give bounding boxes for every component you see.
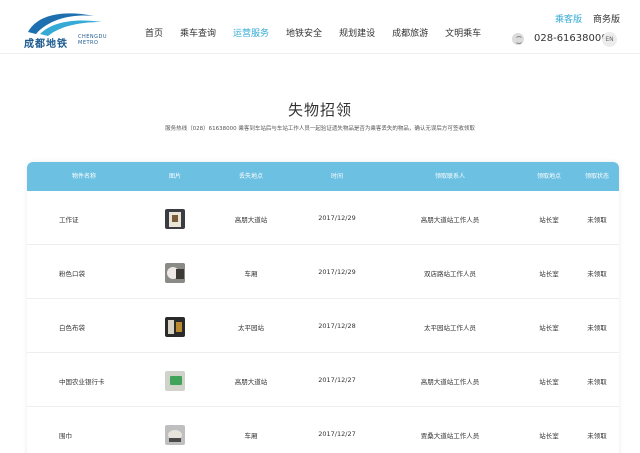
card-photo-thumbnail[interactable] [165,371,185,391]
item-name: 工作证 [59,216,79,224]
pickup-status: 未领取 [587,324,607,332]
pickup-location: 站长室 [539,378,559,386]
lost-date: 2017/12/29 [318,214,356,222]
page-subtitle: 服务热线（028）61638000 乘客到车站后与车站工作人员一起验证遗失物品是… [165,126,475,132]
table-row[interactable]: 白色布袋 太平园站 2017/12/28 太平园站工作人员 站长室 未领取 [27,299,619,353]
item-name: 围巾 [59,432,72,440]
metro-logo[interactable]: 成都地铁 CHENGDU METRO [24,10,108,50]
item-name: 中国农业银行卡 [59,378,105,386]
main-nav: 首页 乘车查询 运营服务 地铁安全 规划建设 成都旅游 文明乘车 [145,27,498,43]
contact: 高朋大道站工作人员 [420,216,480,224]
nav-item-planning[interactable]: 规划建设 [339,27,375,43]
pickup-location: 站长室 [539,324,559,332]
column-header-contact: 领取联系人 [434,173,465,180]
passenger-version-link[interactable]: 乘客版 [555,12,582,25]
table-row[interactable]: 围巾 车厢 2017/12/27 贾桑大道站工作人员 站长室 未领取 [27,407,619,453]
pickup-status: 未领取 [587,270,607,278]
lost-location: 车厢 [244,432,258,440]
lost-found-table: 物件名称 图片 丢失地点 时间 领取联系人 领取地点 领取状态 工作证 高朋大道… [27,162,619,453]
nav-item-metro-safety[interactable]: 地铁安全 [286,27,322,43]
column-header-pickup: 领取地点 [536,173,561,180]
badge-photo-thumbnail[interactable] [165,209,185,229]
scarf-photo-thumbnail[interactable] [165,425,185,445]
nav-item-civility[interactable]: 文明乘车 [445,27,481,43]
column-header-name: 物件名称 [71,173,96,180]
business-version-link[interactable]: 商务版 [593,12,620,25]
lost-location: 高朋大道站 [234,378,268,386]
contact: 太平园站工作人员 [424,324,476,332]
lost-location: 高朋大道站 [234,216,268,224]
lost-date: 2017/12/28 [318,322,356,330]
column-header-time: 时间 [330,173,343,180]
site-header: 成都地铁 CHENGDU METRO 首页 乘车查询 运营服务 地铁安全 规划建… [0,0,640,54]
pickup-status: 未领取 [587,432,607,440]
pouch-photo-thumbnail[interactable] [165,263,185,283]
table-header: 物件名称 图片 丢失地点 时间 领取联系人 领取地点 领取状态 [27,162,619,191]
nav-item-home[interactable]: 首页 [145,27,163,43]
table-row[interactable]: 粉色口袋 车厢 2017/12/29 双店路站工作人员 站长室 未领取 [27,245,619,299]
page-title: 失物招领 [287,101,352,119]
pickup-location: 站长室 [539,270,559,278]
logo-en-text: CHENGDU METRO [78,34,108,46]
nav-item-operation-service[interactable]: 运营服务 [233,27,269,43]
column-header-status: 领取状态 [584,173,609,180]
pickup-location: 站长室 [539,216,559,224]
table-row[interactable]: 工作证 高朋大道站 2017/12/29 高朋大道站工作人员 站长室 未领取 [27,191,619,245]
lost-location: 太平园站 [238,324,264,332]
nav-item-ride-query[interactable]: 乘车查询 [180,27,216,43]
pickup-status: 未领取 [587,378,607,386]
nav-item-tourism[interactable]: 成都旅游 [392,27,428,43]
table-row[interactable]: 中国农业银行卡 高朋大道站 2017/12/27 高朋大道站工作人员 站长室 未… [27,353,619,407]
column-header-location: 丢失地点 [238,173,263,180]
pickup-status: 未领取 [587,216,607,224]
column-header-image: 图片 [168,173,181,180]
lost-location: 车厢 [244,270,258,278]
phone-icon [512,33,524,45]
contact: 双店路站工作人员 [424,270,476,278]
lost-date: 2017/12/29 [318,268,356,276]
hotline-number: 028-61638000 [534,33,608,44]
logo-swoosh-icon [28,13,102,36]
bag-photo-thumbnail[interactable] [165,317,185,337]
contact: 高朋大道站工作人员 [420,378,480,386]
lost-date: 2017/12/27 [318,430,356,438]
pickup-location: 站长室 [539,432,559,440]
language-toggle[interactable]: EN [602,32,617,47]
logo-cn-text: 成都地铁 [24,39,68,50]
item-name: 白色布袋 [59,324,85,332]
item-name: 粉色口袋 [59,270,85,278]
contact: 贾桑大道站工作人员 [420,432,480,440]
lost-date: 2017/12/27 [318,376,356,384]
